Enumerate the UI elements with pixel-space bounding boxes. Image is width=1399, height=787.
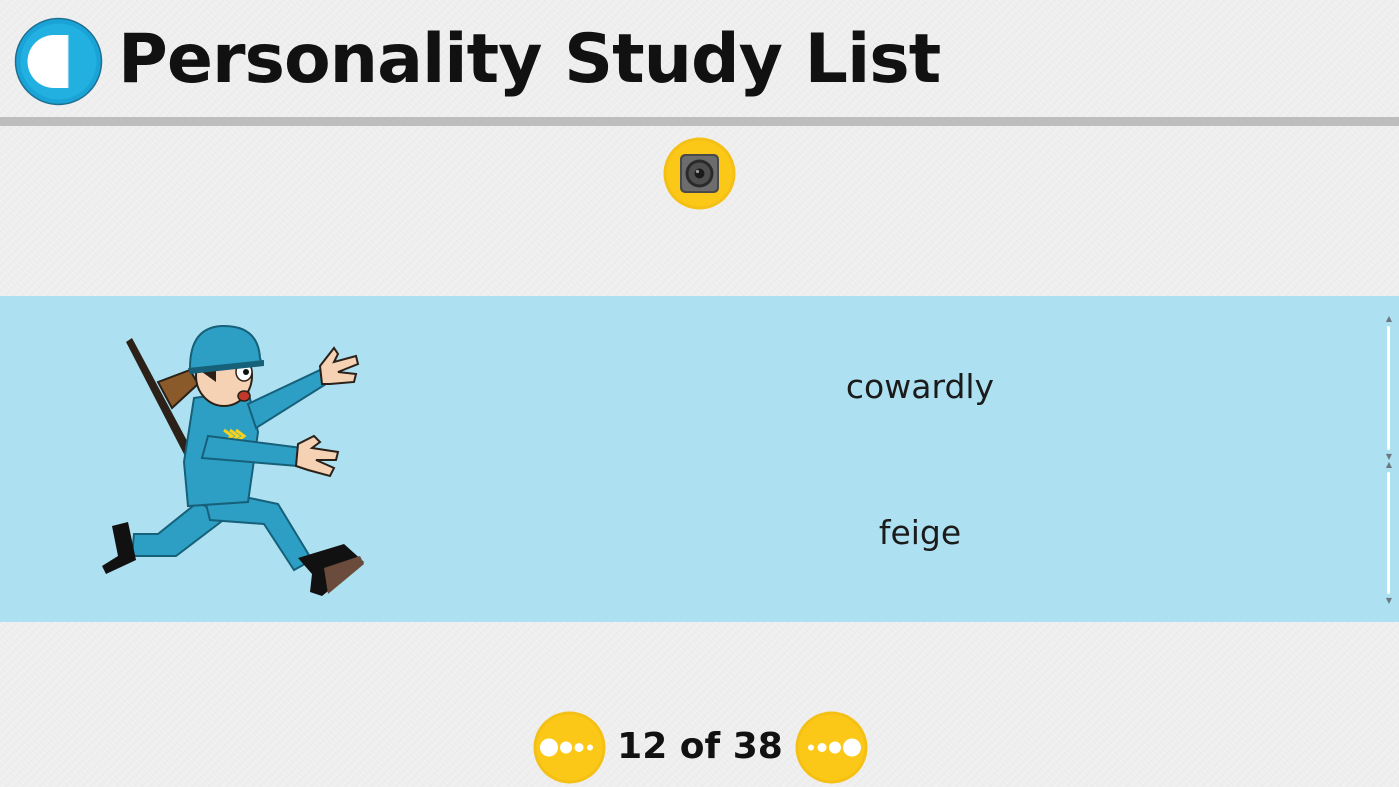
scroll-up-icon[interactable]: ▲ xyxy=(1383,460,1395,470)
speaker-icon xyxy=(663,137,736,210)
soldier-illustration xyxy=(98,312,370,602)
previous-button[interactable] xyxy=(533,711,606,784)
translation-pane: feige xyxy=(460,462,1380,602)
play-audio-button[interactable] xyxy=(663,137,736,210)
header-bar: Personality Study List xyxy=(0,0,1399,117)
back-arrow-icon xyxy=(14,17,103,106)
next-button[interactable] xyxy=(795,711,868,784)
scroll-track[interactable] xyxy=(1387,472,1390,594)
word-scrollbar[interactable]: ▲ ▼ xyxy=(1383,314,1395,462)
back-button[interactable] xyxy=(14,17,103,106)
page-title: Personality Study List xyxy=(118,20,941,99)
scroll-up-icon[interactable]: ▲ xyxy=(1383,314,1395,324)
card-counter: 12 of 38 xyxy=(617,726,783,767)
header-divider xyxy=(0,117,1399,126)
translation-scrollbar[interactable]: ▲ ▼ xyxy=(1383,460,1395,606)
scroll-down-icon[interactable]: ▼ xyxy=(1383,596,1395,606)
flashcard: cowardly feige ▲ ▼ ▲ ▼ xyxy=(0,296,1399,622)
scroll-track[interactable] xyxy=(1387,326,1390,450)
next-dots-icon xyxy=(795,711,868,784)
study-word: cowardly xyxy=(845,366,995,406)
previous-dots-icon xyxy=(533,711,606,784)
word-pane: cowardly xyxy=(460,316,1380,456)
translation-word: feige xyxy=(878,512,962,552)
study-page: Personality Study List cowardly feige ▲ … xyxy=(0,0,1399,787)
